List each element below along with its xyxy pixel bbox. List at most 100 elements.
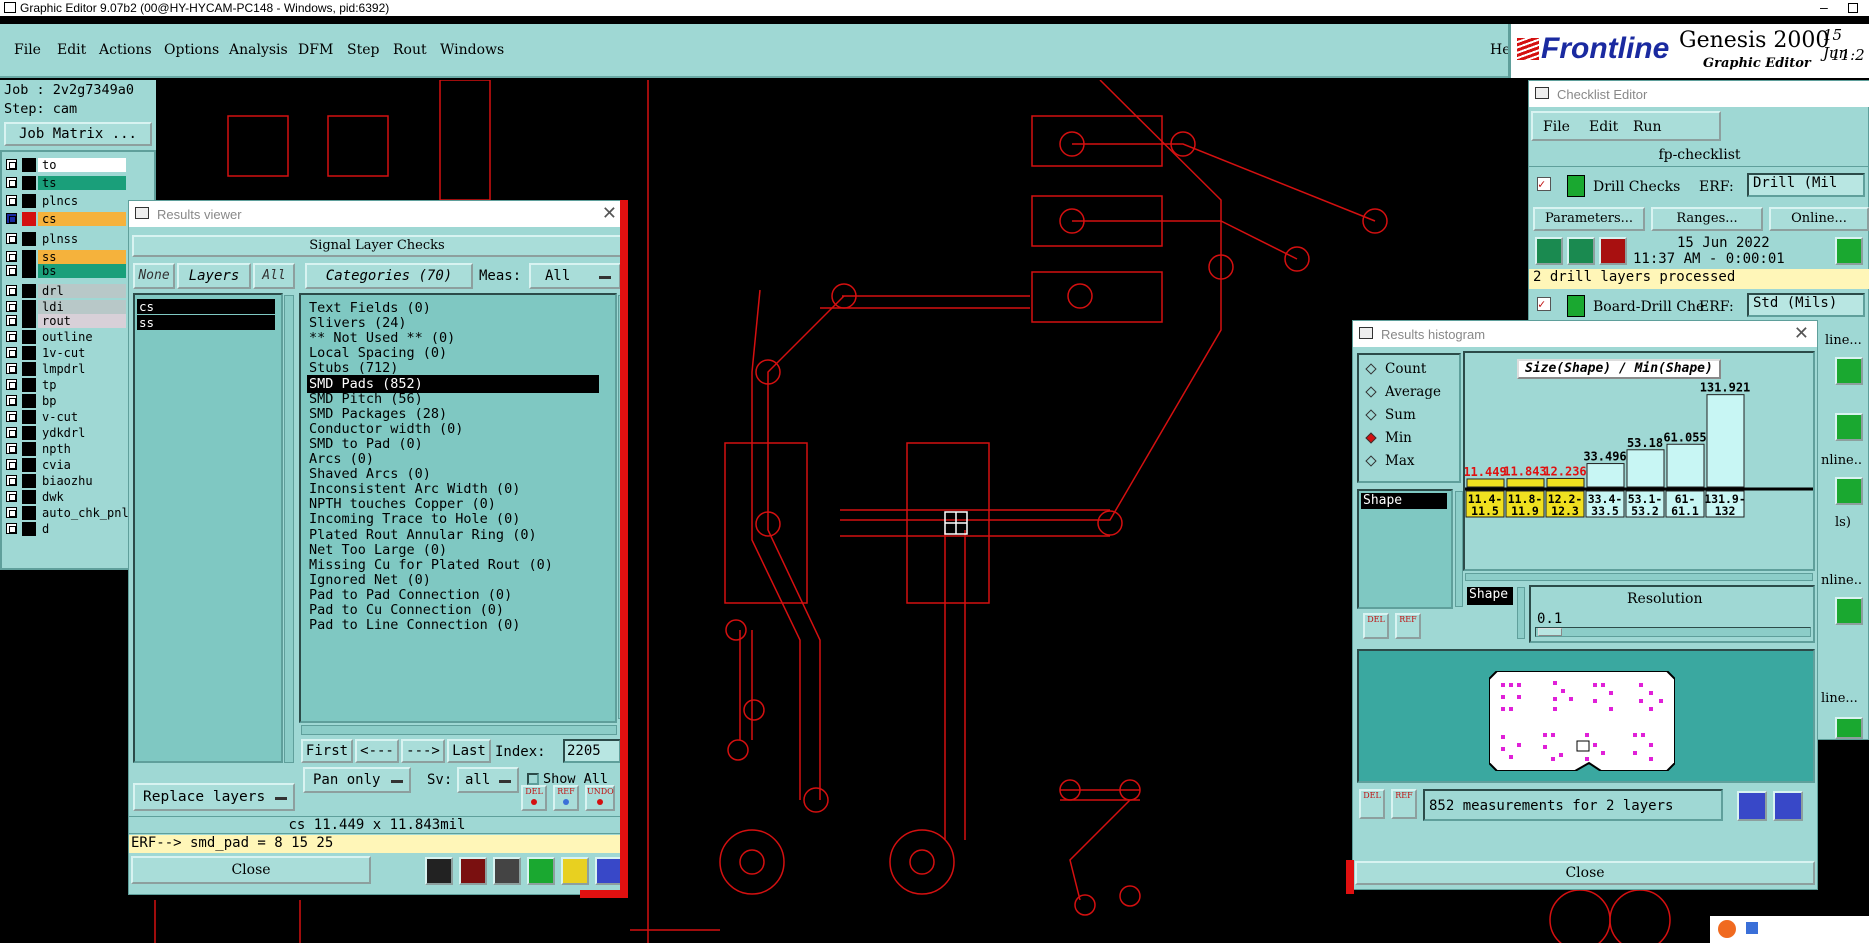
layer-checkbox[interactable] xyxy=(6,411,17,422)
run-icon-3[interactable] xyxy=(1599,237,1627,265)
layer-checkbox[interactable] xyxy=(6,459,17,470)
ranges-button[interactable]: Ranges... xyxy=(1651,207,1763,231)
layer-checkbox[interactable] xyxy=(6,395,17,406)
layer-result-list[interactable]: cs ss xyxy=(133,293,283,763)
menu-options[interactable]: Options xyxy=(164,42,219,58)
close-icon[interactable]: ✕ xyxy=(1794,323,1809,344)
histogram-close-button[interactable]: Close xyxy=(1355,861,1815,885)
radio-icon[interactable] xyxy=(1365,363,1377,375)
layer-name[interactable]: plncs xyxy=(38,194,126,208)
menu-step[interactable]: Step xyxy=(347,42,379,58)
show-all-checkbox[interactable] xyxy=(527,773,539,785)
layer-checkbox[interactable] xyxy=(6,475,17,486)
undo-button[interactable]: UNDO xyxy=(585,785,615,811)
layer-checkbox[interactable] xyxy=(6,251,17,262)
tool-icon-4[interactable] xyxy=(527,857,555,885)
menu-rout[interactable]: Rout xyxy=(393,42,427,58)
zoom-icon-6[interactable] xyxy=(1835,717,1863,739)
layer-name[interactable]: ts xyxy=(38,176,126,190)
hist-ref-button[interactable]: REF xyxy=(1395,613,1421,639)
online-button[interactable]: Online... xyxy=(1769,207,1869,231)
first-button[interactable]: First xyxy=(301,739,353,763)
board-drill-label[interactable]: Board-Drill Che xyxy=(1593,299,1704,315)
layer-name[interactable]: tp xyxy=(38,378,126,392)
histogram-bar[interactable] xyxy=(1506,478,1545,488)
histogram-item-list[interactable]: Shape xyxy=(1357,489,1453,609)
radio-icon[interactable] xyxy=(1365,432,1377,444)
erf-value-2[interactable]: Std (Mils) xyxy=(1747,293,1865,317)
radio-icon[interactable] xyxy=(1365,409,1377,421)
layer-checkbox[interactable] xyxy=(6,427,17,438)
checklist-titlebar[interactable]: Checklist Editor xyxy=(1529,81,1869,107)
layer-checkbox[interactable] xyxy=(6,491,17,502)
drill-checks-label[interactable]: Drill Checks xyxy=(1593,179,1680,195)
layer-checkbox[interactable] xyxy=(6,265,17,276)
layer-name[interactable]: cvia xyxy=(38,458,126,472)
histogram-option-min[interactable]: Min xyxy=(1365,430,1412,446)
tool-icon-3[interactable] xyxy=(493,857,521,885)
radio-icon[interactable] xyxy=(1365,455,1377,467)
layer-checkbox[interactable] xyxy=(6,443,17,454)
layer-name[interactable]: auto_chk_pnl xyxy=(38,506,129,520)
menu-analysis[interactable]: Analysis xyxy=(229,42,288,58)
minimize-icon[interactable]: – xyxy=(1820,0,1828,15)
result-layer-cs[interactable]: cs xyxy=(137,299,275,314)
histogram-bar[interactable] xyxy=(1626,449,1665,488)
histogram-bar[interactable] xyxy=(1666,443,1705,488)
layer-checkbox[interactable] xyxy=(6,523,17,534)
layer-name[interactable]: ss xyxy=(38,250,126,264)
histogram-bar[interactable] xyxy=(1586,463,1625,488)
signal-layer-checks-header[interactable]: Signal Layer Checks xyxy=(132,235,622,257)
layer-checkbox[interactable] xyxy=(6,285,17,296)
tool-icon-2[interactable] xyxy=(459,857,487,885)
histogram-option-count[interactable]: Count xyxy=(1365,361,1426,377)
ime-tray[interactable] xyxy=(1710,916,1869,943)
layer-name[interactable]: plnss xyxy=(38,232,126,246)
layer-checkbox[interactable] xyxy=(6,331,17,342)
category-hscrollbar[interactable] xyxy=(301,725,617,735)
layer-checkbox[interactable] xyxy=(6,379,17,390)
last-button[interactable]: Last xyxy=(447,739,491,763)
ref-button[interactable]: REF xyxy=(553,785,579,811)
histogram-option-average[interactable]: Average xyxy=(1365,384,1441,400)
layer-name[interactable]: biaozhu xyxy=(38,474,126,488)
menu-file[interactable]: File xyxy=(14,42,41,58)
close-icon[interactable]: ✕ xyxy=(602,203,617,224)
results-viewer-titlebar[interactable]: Results viewer ✕ xyxy=(129,201,625,227)
all-button[interactable]: All xyxy=(253,263,295,289)
layer-name[interactable]: cs xyxy=(38,212,126,226)
histogram-option-sum[interactable]: Sum xyxy=(1365,407,1416,423)
hist-ref-button-2[interactable]: REF xyxy=(1391,789,1417,819)
layer-name[interactable]: rout xyxy=(38,314,126,328)
resolution-scrollbar[interactable] xyxy=(1517,587,1525,639)
layer-name[interactable]: ldi xyxy=(38,300,126,314)
layer-name[interactable]: to xyxy=(38,158,126,172)
histogram-bar[interactable] xyxy=(1706,394,1745,488)
ime-icon[interactable] xyxy=(1718,920,1736,938)
zoom-icon-1[interactable] xyxy=(1835,237,1863,265)
none-button[interactable]: None xyxy=(133,263,175,289)
histogram-titlebar[interactable]: Results histogram ✕ xyxy=(1353,321,1817,347)
category-list[interactable]: Text Fields (0) Slivers (24) ** Not Used *… xyxy=(299,293,617,723)
layer-name[interactable]: 1v-cut xyxy=(38,346,126,360)
maximize-icon[interactable] xyxy=(1848,3,1858,13)
layer-checkbox[interactable] xyxy=(6,177,17,188)
sv-dropdown[interactable]: all xyxy=(457,767,519,793)
layer-name[interactable]: npth xyxy=(38,442,126,456)
run-icon-1[interactable] xyxy=(1535,237,1563,265)
board-drill-checkbox[interactable]: ✓ xyxy=(1537,297,1551,311)
histogram-icon[interactable] xyxy=(595,857,623,885)
drill-checks-checkbox[interactable]: ✓ xyxy=(1537,177,1551,191)
checklist-menu-file[interactable]: File xyxy=(1543,119,1570,135)
hist-del-button[interactable]: DEL xyxy=(1363,613,1389,639)
menu-edit[interactable]: Edit xyxy=(57,42,86,58)
checklist-menu-edit[interactable]: Edit xyxy=(1589,119,1618,135)
resolution-slider[interactable] xyxy=(1535,627,1811,637)
tool-icon-5[interactable] xyxy=(561,857,589,885)
menu-actions[interactable]: Actions xyxy=(99,42,152,58)
parameters-button[interactable]: Parameters... xyxy=(1533,207,1645,231)
hist-del-button-2[interactable]: DEL xyxy=(1359,789,1385,819)
tool-icon-1[interactable] xyxy=(425,857,453,885)
layer-name[interactable]: dwk xyxy=(38,490,126,504)
ime-mode-icon[interactable] xyxy=(1746,922,1758,934)
